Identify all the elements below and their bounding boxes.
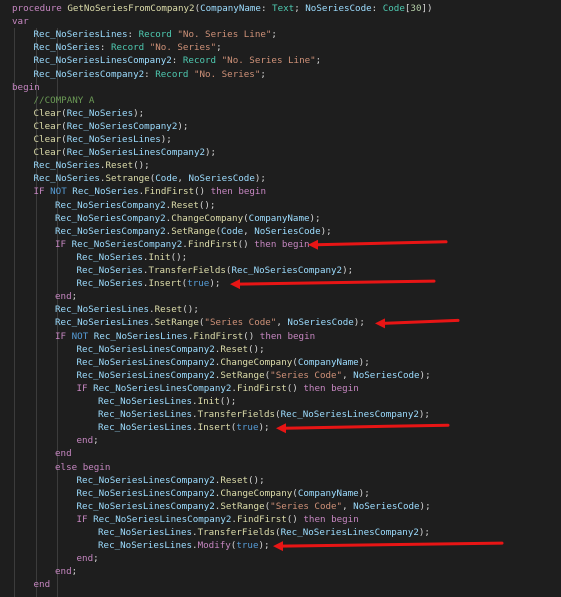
code-editor[interactable]: procedure GetNoSeriesFromCompany2(Compan…	[0, 0, 561, 597]
red-arrow	[375, 318, 460, 329]
red-arrow	[276, 423, 450, 434]
red-arrow	[230, 279, 436, 290]
annotation-arrows	[230, 239, 504, 552]
red-arrow	[308, 239, 448, 250]
red-arrow	[273, 541, 504, 552]
